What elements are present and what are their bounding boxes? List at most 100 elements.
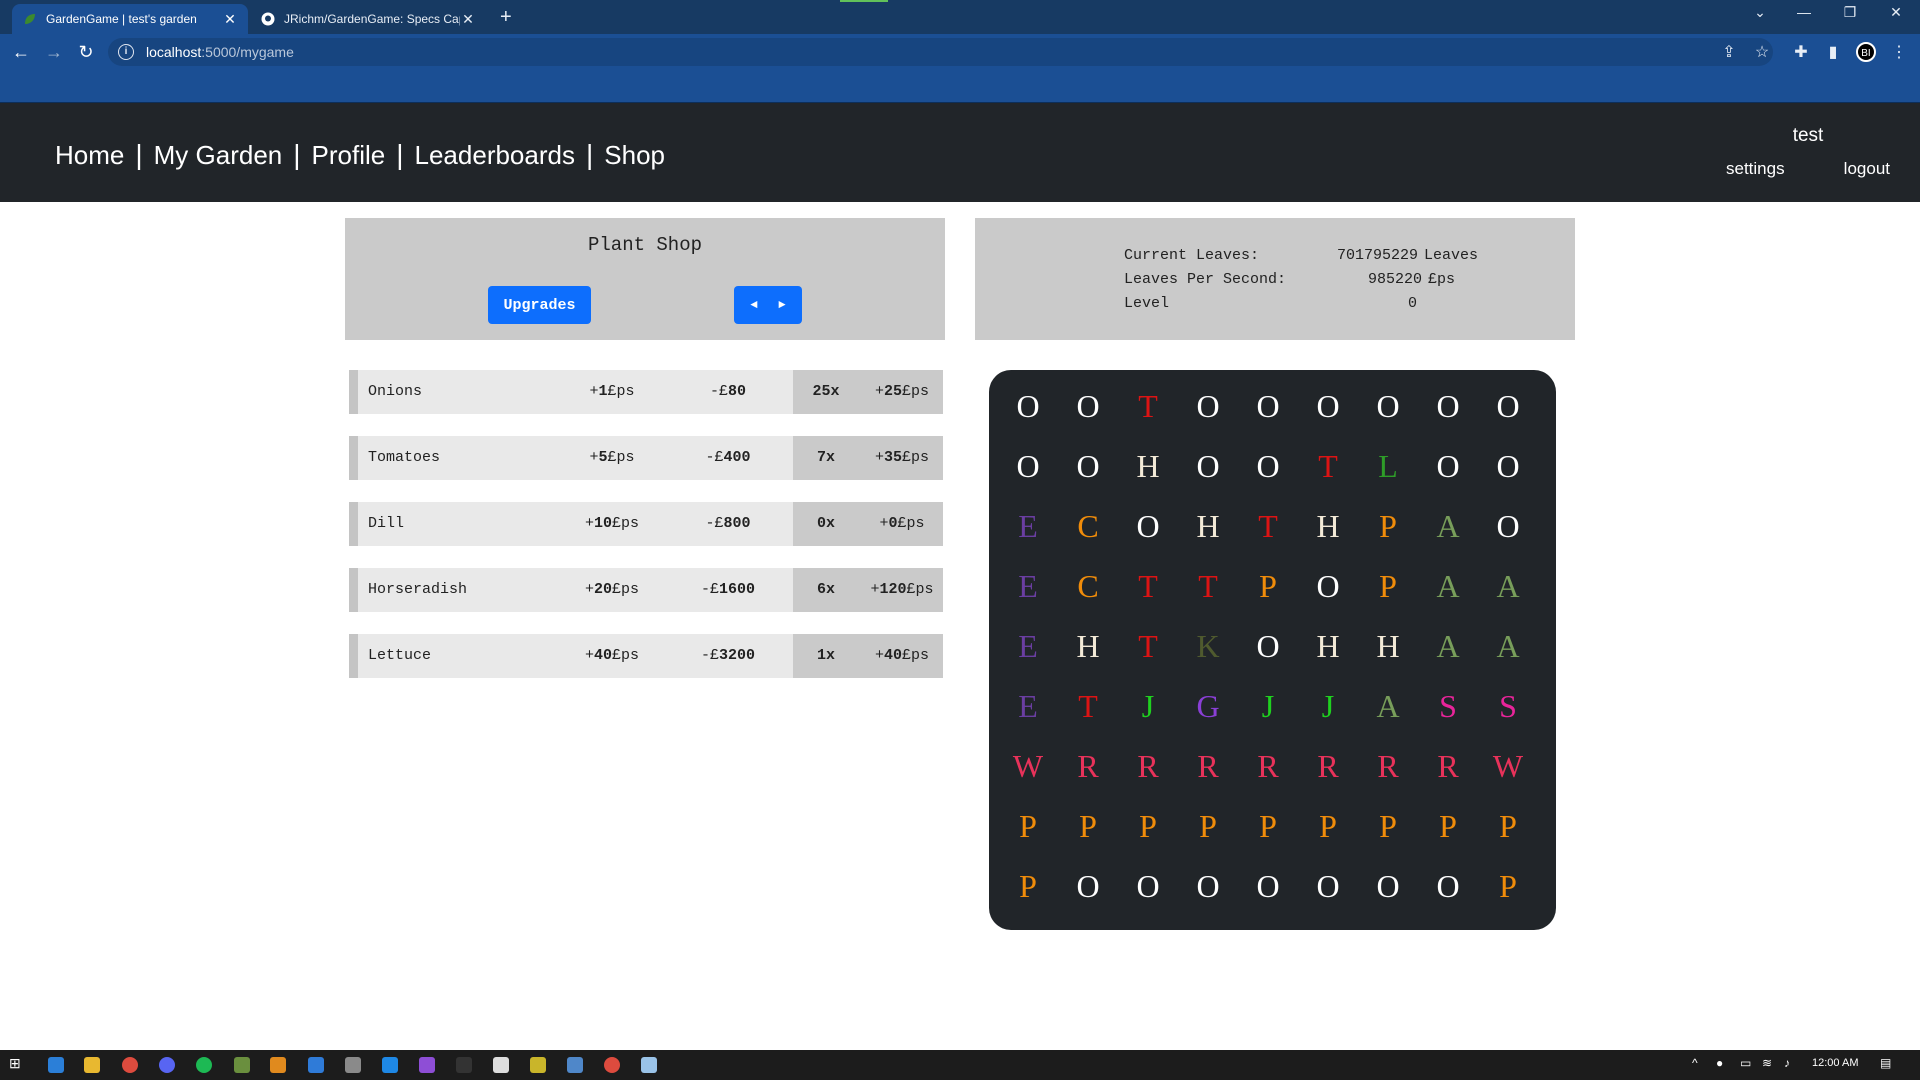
garden-cell[interactable]: H: [1358, 616, 1418, 676]
garden-cell[interactable]: O: [1118, 856, 1178, 916]
garden-cell[interactable]: G: [1178, 676, 1238, 736]
chrome-icon[interactable]: [122, 1057, 138, 1073]
garden-cell[interactable]: L: [1358, 436, 1418, 496]
logout-link[interactable]: logout: [1844, 159, 1890, 179]
side-panel-icon[interactable]: ▮: [1822, 42, 1844, 62]
garden-cell[interactable]: O: [1178, 376, 1238, 436]
garden-cell[interactable]: W: [1478, 736, 1538, 796]
garden-cell[interactable]: O: [1418, 436, 1478, 496]
display-icon[interactable]: ▭: [1740, 1056, 1751, 1070]
garden-cell[interactable]: O: [1298, 556, 1358, 616]
garden-cell[interactable]: T: [1118, 556, 1178, 616]
garden-cell[interactable]: O: [1358, 856, 1418, 916]
garden-cell[interactable]: O: [1358, 376, 1418, 436]
garden-cell[interactable]: P: [1178, 796, 1238, 856]
new-tab-icon[interactable]: +: [500, 6, 512, 29]
start-icon[interactable]: ⊞: [9, 1055, 25, 1071]
garden-cell[interactable]: P: [1238, 556, 1298, 616]
close-tab-icon[interactable]: ✕: [222, 11, 238, 28]
menu-dots-icon[interactable]: ⋮: [1888, 42, 1910, 62]
garden-cell[interactable]: P: [1238, 796, 1298, 856]
garden-cell[interactable]: R: [1298, 736, 1358, 796]
nav-link-shop[interactable]: Shop: [604, 140, 665, 171]
garden-cell[interactable]: A: [1418, 496, 1478, 556]
garden-cell[interactable]: E: [998, 616, 1058, 676]
mail-icon[interactable]: [48, 1057, 64, 1073]
garden-cell[interactable]: H: [1298, 496, 1358, 556]
prev-page-icon[interactable]: ◄: [750, 298, 757, 312]
volume-icon[interactable]: ♪: [1784, 1056, 1790, 1070]
garden-cell[interactable]: P: [1478, 796, 1538, 856]
garden-cell[interactable]: T: [1178, 556, 1238, 616]
garden-cell[interactable]: O: [1298, 376, 1358, 436]
wifi-icon[interactable]: ≋: [1762, 1056, 1772, 1070]
chrome-active-icon[interactable]: [604, 1057, 620, 1073]
chevron-up-icon[interactable]: ^: [1692, 1056, 1698, 1070]
nav-link-profile[interactable]: Profile: [312, 140, 386, 171]
close-tab-icon[interactable]: ✕: [460, 11, 476, 28]
garden-cell[interactable]: C: [1058, 556, 1118, 616]
microphone-icon[interactable]: ●: [1716, 1056, 1723, 1070]
garden-cell[interactable]: P: [1478, 856, 1538, 916]
garden-cell[interactable]: O: [1478, 496, 1538, 556]
garden-cell[interactable]: T: [1118, 376, 1178, 436]
garden-cell[interactable]: E: [998, 556, 1058, 616]
garden-cell[interactable]: O: [1178, 856, 1238, 916]
garden-cell[interactable]: P: [1118, 796, 1178, 856]
nav-link-home[interactable]: Home: [55, 140, 124, 171]
garden-cell[interactable]: O: [1418, 856, 1478, 916]
app-icon[interactable]: [345, 1057, 361, 1073]
garden-cell[interactable]: R: [1238, 736, 1298, 796]
plant-row-dill[interactable]: Dill +10£ps -£800 0x +0£ps: [349, 502, 943, 546]
garden-cell[interactable]: O: [998, 436, 1058, 496]
app-icon[interactable]: [530, 1057, 546, 1073]
garden-cell[interactable]: E: [998, 496, 1058, 556]
nav-link-my-garden[interactable]: My Garden: [154, 140, 283, 171]
tab-search-icon[interactable]: ⌄: [1740, 4, 1780, 21]
profile-avatar[interactable]: BI: [1856, 42, 1876, 62]
garden-cell[interactable]: O: [1478, 376, 1538, 436]
garden-cell[interactable]: P: [1298, 796, 1358, 856]
garden-cell[interactable]: O: [1058, 436, 1118, 496]
garden-cell[interactable]: O: [1238, 856, 1298, 916]
postgres-icon[interactable]: [567, 1057, 583, 1073]
minecraft-icon[interactable]: [234, 1057, 250, 1073]
garden-cell[interactable]: P: [1418, 796, 1478, 856]
bookmark-star-icon[interactable]: ☆: [1751, 42, 1773, 62]
file-explorer-icon[interactable]: [84, 1057, 100, 1073]
back-icon[interactable]: ←: [10, 42, 32, 62]
spotify-icon[interactable]: [196, 1057, 212, 1073]
app-icon[interactable]: [456, 1057, 472, 1073]
garden-cell[interactable]: T: [1238, 496, 1298, 556]
garden-cell[interactable]: A: [1418, 556, 1478, 616]
address-bar[interactable]: i localhost:5000/mygame: [108, 38, 1773, 66]
tab-github[interactable]: JRichm/GardenGame: Specs Cap ✕: [250, 4, 486, 34]
garden-cell[interactable]: R: [1358, 736, 1418, 796]
garden-cell[interactable]: T: [1118, 616, 1178, 676]
notifications-icon[interactable]: ▤: [1880, 1056, 1891, 1070]
plant-row-horseradish[interactable]: Horseradish +20£ps -£1600 6x +120£ps: [349, 568, 943, 612]
app-icon[interactable]: [308, 1057, 324, 1073]
garden-cell[interactable]: A: [1478, 556, 1538, 616]
tab-gardengame[interactable]: GardenGame | test's garden ✕: [12, 4, 248, 34]
garden-cell[interactable]: O: [1058, 856, 1118, 916]
forward-icon[interactable]: →: [43, 42, 65, 62]
restore-icon[interactable]: ❐: [1830, 4, 1870, 21]
app-icon[interactable]: [270, 1057, 286, 1073]
garden-cell[interactable]: A: [1418, 616, 1478, 676]
garden-cell[interactable]: O: [998, 376, 1058, 436]
garden-cell[interactable]: O: [1238, 376, 1298, 436]
visual-studio-icon[interactable]: [419, 1057, 435, 1073]
garden-cell[interactable]: C: [1058, 496, 1118, 556]
garden-cell[interactable]: R: [1118, 736, 1178, 796]
garden-cell[interactable]: O: [1238, 436, 1298, 496]
garden-cell[interactable]: S: [1478, 676, 1538, 736]
garden-cell[interactable]: S: [1418, 676, 1478, 736]
share-icon[interactable]: ⇪: [1718, 42, 1740, 62]
garden-cell[interactable]: R: [1058, 736, 1118, 796]
garden-cell[interactable]: H: [1298, 616, 1358, 676]
garden-cell[interactable]: T: [1298, 436, 1358, 496]
garden-cell[interactable]: A: [1358, 676, 1418, 736]
garden-cell[interactable]: P: [998, 796, 1058, 856]
garden-cell[interactable]: K: [1178, 616, 1238, 676]
